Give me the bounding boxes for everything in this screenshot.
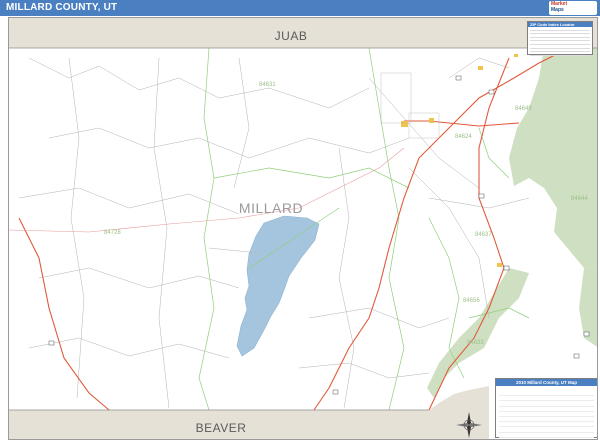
legend-title: 2010 Millard County, UT Map	[496, 379, 597, 386]
map-poster: MILLARD COUNTY, UT Market Maps JUAB BEAV…	[0, 0, 600, 442]
zip-label: 84644	[571, 196, 588, 202]
map-title: MILLARD COUNTY, UT	[6, 2, 118, 13]
compass-rose-icon	[456, 412, 482, 438]
neighbor-label-south: BEAVER	[196, 421, 247, 435]
county-name-label: MILLARD	[239, 200, 303, 216]
title-bar: MILLARD COUNTY, UT Market Maps	[0, 0, 600, 16]
town-street-grids	[380, 72, 440, 139]
zip-label: 84637	[475, 232, 492, 238]
zip-label: 84631	[259, 82, 276, 88]
sevier-lake	[236, 215, 320, 357]
map-logo: Market Maps	[549, 1, 597, 15]
zip-label: 84649	[515, 106, 532, 112]
zip-label: 84728	[104, 230, 121, 236]
map-legend-panel: 2010 Millard County, UT Map	[495, 378, 597, 438]
zip-label: 84656	[463, 298, 480, 304]
map-canvas: JUAB BEAVER MILLARD 84631 84649 84624 84…	[9, 18, 597, 439]
zip-label: 84624	[455, 134, 472, 140]
national-forest-north	[509, 48, 597, 268]
map-area[interactable]: JUAB BEAVER MILLARD 84631 84649 84624 84…	[8, 17, 598, 440]
zip-boundaries	[198, 47, 530, 411]
zip-code-index-panel: ZIP Code Index Locator	[527, 21, 593, 56]
neighbor-label-north: JUAB	[275, 29, 308, 43]
zip-label: 84633	[467, 340, 484, 346]
